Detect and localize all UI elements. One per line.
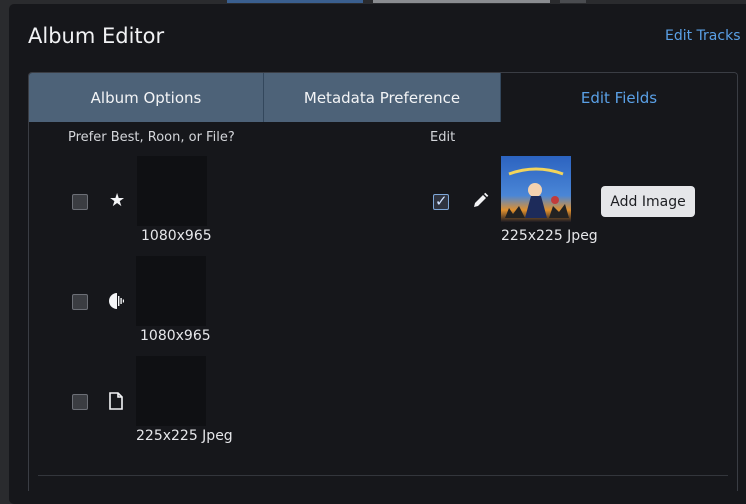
edit-image-caption: 225x225 Jpeg: [501, 228, 598, 244]
roon-icon: [108, 292, 126, 314]
tab-metadata-preference[interactable]: Metadata Preference: [264, 73, 501, 122]
edit-fields-panel: [28, 121, 738, 491]
tab-album-options[interactable]: Album Options: [29, 73, 264, 122]
prefer-roon-checkbox[interactable]: [72, 294, 88, 310]
star-icon: ★: [109, 190, 126, 211]
file-icon: [108, 392, 124, 414]
edit-tracks-link[interactable]: Edit Tracks: [665, 28, 741, 44]
prefer-file-checkbox[interactable]: [72, 394, 88, 410]
file-image-thumbnail: [136, 356, 206, 426]
edit-header: Edit: [430, 130, 456, 145]
pencil-icon[interactable]: [472, 192, 489, 213]
panel-divider: [38, 475, 728, 476]
roon-image-caption: 1080x965: [140, 328, 211, 344]
add-image-button[interactable]: Add Image: [601, 186, 695, 217]
file-image-caption: 225x225 Jpeg: [136, 428, 233, 444]
prefer-header: Prefer Best, Roon, or File?: [68, 130, 235, 145]
edit-checkbox[interactable]: [433, 192, 449, 210]
tab-edit-fields[interactable]: Edit Fields: [501, 73, 737, 122]
background-tab-b: [373, 0, 550, 3]
roon-image-thumbnail: [136, 256, 206, 326]
best-image-thumbnail: [137, 156, 207, 226]
background-tab-a: [227, 0, 363, 3]
prefer-best-checkbox[interactable]: [72, 194, 88, 210]
tab-bar: Album Options Metadata Preference Edit F…: [28, 72, 738, 122]
best-image-caption: 1080x965: [141, 228, 212, 244]
album-cover-image: [501, 156, 571, 222]
dialog-title: Album Editor: [28, 24, 165, 48]
background-tab-c: [560, 0, 586, 3]
